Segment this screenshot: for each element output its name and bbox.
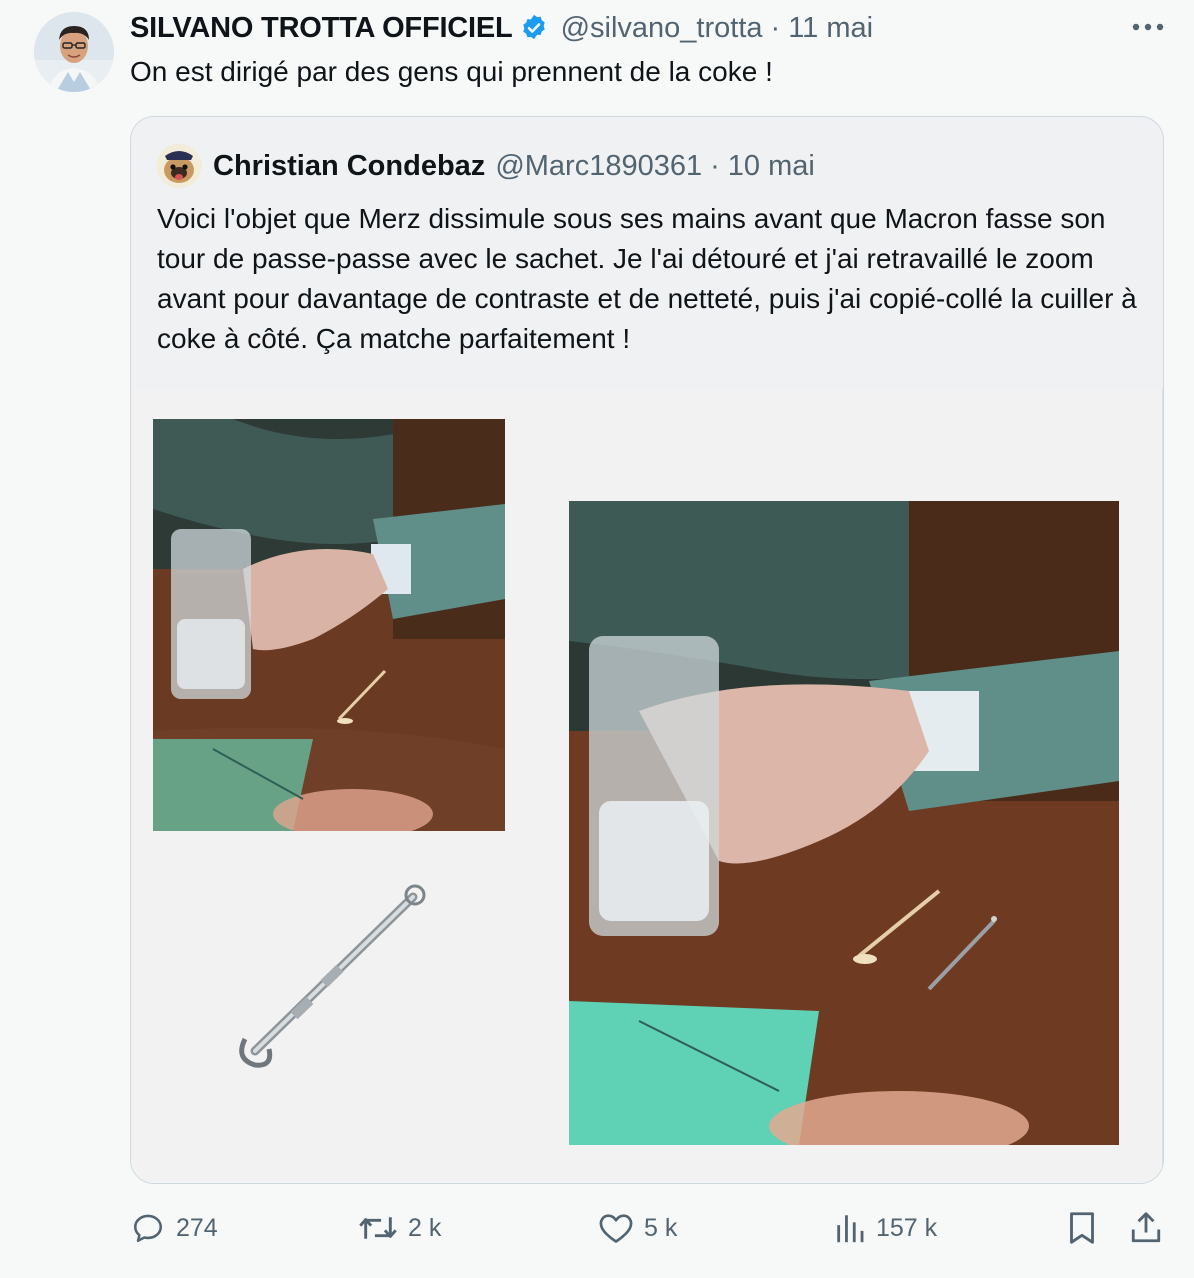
like-count: 5 k xyxy=(644,1213,678,1242)
tweet-header: SILVANO TROTTA OFFICIEL @silvano_trotta … xyxy=(130,10,873,46)
tweet: SILVANO TROTTA OFFICIEL @silvano_trotta … xyxy=(0,0,1194,1278)
bookmark-button[interactable] xyxy=(1066,1208,1108,1248)
quote-header: Christian Condebaz @Marc1890361 · 10 mai xyxy=(157,144,815,188)
retweet-count: 2 k xyxy=(408,1213,442,1242)
tweet-date[interactable]: 11 mai xyxy=(788,12,873,45)
quote-author-display-name: Christian Condebaz xyxy=(213,149,486,182)
photo-zoomed-comparison xyxy=(569,501,1119,1145)
reply-button[interactable]: 274 xyxy=(130,1208,218,1248)
quote-author-avatar xyxy=(157,144,201,188)
quote-text: Voici l'objet que Merz dissimule sous se… xyxy=(157,203,1137,354)
photo-coke-spoon xyxy=(221,869,451,1089)
separator-dot: · xyxy=(770,11,781,44)
bookmark-icon xyxy=(1070,1212,1094,1244)
share-icon xyxy=(1131,1212,1161,1243)
like-button[interactable]: 5 k xyxy=(598,1208,677,1248)
photo-hand-glass xyxy=(153,419,505,831)
quote-author-handle: @Marc1890361 xyxy=(495,149,703,182)
verified-badge-icon[interactable] xyxy=(519,13,549,43)
retweet-icon xyxy=(359,1217,397,1239)
action-bar: 274 2 k 5 k 157 k xyxy=(0,1196,1194,1266)
retweet-button[interactable]: 2 k xyxy=(358,1208,441,1248)
quoted-tweet[interactable]: Christian Condebaz @Marc1890361 · 10 mai… xyxy=(130,116,1164,1184)
views-button[interactable]: 157 k xyxy=(834,1208,937,1248)
tweet-text: On est dirigé par des gens qui prennent … xyxy=(130,56,773,87)
views-count: 157 k xyxy=(876,1213,938,1242)
heart-icon xyxy=(599,1214,633,1243)
analytics-icon xyxy=(837,1215,864,1243)
author-handle[interactable]: @silvano_trotta xyxy=(561,12,763,45)
share-button[interactable] xyxy=(1128,1208,1174,1248)
quote-media[interactable] xyxy=(131,389,1163,1183)
author-avatar[interactable] xyxy=(34,12,114,92)
more-options-icon[interactable] xyxy=(1128,12,1168,42)
reply-count: 274 xyxy=(176,1213,218,1242)
author-display-name[interactable]: SILVANO TROTTA OFFICIEL xyxy=(130,12,513,45)
reply-icon xyxy=(133,1214,163,1243)
separator-dot: · xyxy=(710,149,720,182)
quote-date: 10 mai xyxy=(727,149,815,182)
